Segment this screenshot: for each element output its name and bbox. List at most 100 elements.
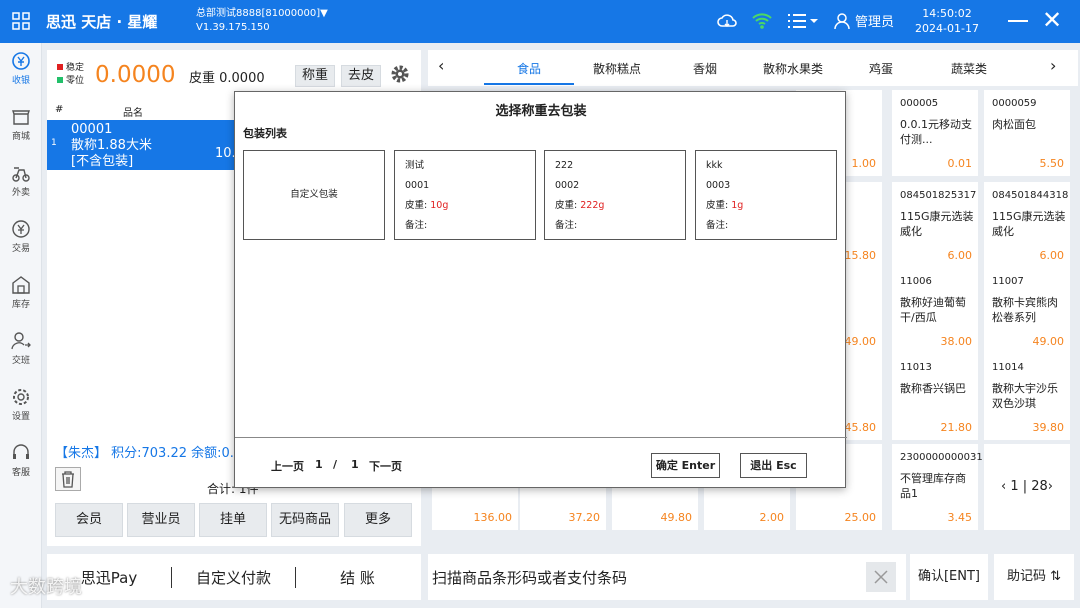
product-name: 散称好迪葡萄干/西瓜 <box>900 296 966 324</box>
no-barcode-button[interactable]: 无码商品 <box>271 503 339 537</box>
tab-category[interactable]: 食品 <box>484 60 574 85</box>
product-name: 散称卡宾熊肉松卷系列 <box>992 296 1058 324</box>
tab-category[interactable]: 鸡蛋 <box>836 60 926 77</box>
confirm-button[interactable]: 确定 Enter <box>651 453 720 478</box>
hold-order-button[interactable]: 挂单 <box>199 503 267 537</box>
current-page: 1 <box>315 458 323 471</box>
scale-settings-gear-icon[interactable] <box>390 64 410 84</box>
grid-pager[interactable]: ‹ 1 | 28› <box>984 444 1070 530</box>
cloud-sync-icon[interactable] <box>716 10 738 32</box>
package-note: 备注: <box>706 220 729 231</box>
store-name[interactable]: 总部测试8888[81000000]▼ <box>196 7 328 21</box>
member-button[interactable]: 会员 <box>55 503 123 537</box>
product-card[interactable]: 11006 散称好迪葡萄干/西瓜 38.00 <box>892 268 978 354</box>
product-card[interactable]: 11014 散称大宇沙乐双色沙琪 39.80 <box>984 354 1070 440</box>
gear-icon <box>13 389 29 405</box>
menu-list-icon[interactable] <box>786 10 820 32</box>
product-price: 0.01 <box>947 157 973 170</box>
sidebar-item-shift[interactable]: 交班 <box>0 331 42 366</box>
product-price: 49.00 <box>844 335 877 348</box>
product-code: 11007 <box>992 276 1024 287</box>
total-pages: 1 <box>351 458 359 471</box>
trash-icon <box>62 471 74 488</box>
clock-date: 2024-01-17 <box>915 22 979 35</box>
tare-label: 皮重: <box>706 200 732 211</box>
product-card[interactable]: 2300000000031 不管理库存商品1 3.45 <box>892 444 983 530</box>
product-price: 39.80 <box>1032 421 1065 434</box>
salesperson-button[interactable]: 营业员 <box>127 503 195 537</box>
sidebar-item-label: 设置 <box>11 412 30 422</box>
version-label: V1.39.175.150 <box>196 22 270 33</box>
category-prev-button[interactable]: ‹ <box>438 56 444 75</box>
exit-button[interactable]: 退出 Esc <box>740 453 807 478</box>
sidebar-item-mall[interactable]: 商城 <box>0 107 42 142</box>
product-price: 49.00 <box>1032 335 1065 348</box>
product-name: 散称香兴锅巴 <box>900 382 966 395</box>
product-price: 2.00 <box>759 511 785 524</box>
sidebar: 收银 商城 外卖 交易 库存 交班 设置 客服 <box>0 43 42 608</box>
product-card[interactable]: 11007 散称卡宾熊肉松卷系列 49.00 <box>984 268 1070 354</box>
next-page-button[interactable]: 下一页 <box>369 458 402 474</box>
sidebar-item-label: 库存 <box>11 300 30 310</box>
admin-label[interactable]: 管理员 <box>855 11 894 30</box>
dialog-divider <box>235 437 847 438</box>
prev-page-button[interactable]: 上一页 <box>271 458 304 474</box>
custom-payment-button[interactable]: 自定义付款 <box>171 567 295 588</box>
tab-category[interactable]: 散称糕点 <box>574 60 660 77</box>
package-code: 0003 <box>706 180 731 191</box>
tab-category[interactable]: 蔬菜类 <box>926 60 1012 77</box>
weight-display: 0.0000 <box>95 62 176 88</box>
sidebar-item-transactions[interactable]: 交易 <box>0 219 42 254</box>
close-button[interactable]: ✕ <box>1042 6 1062 34</box>
col-index: # <box>55 104 64 115</box>
sidebar-item-inventory[interactable]: 库存 <box>0 275 42 310</box>
tab-category[interactable]: 香烟 <box>660 60 750 77</box>
product-code: 000005 <box>900 98 939 109</box>
confirm-enter-button[interactable]: 确认[ENT] <box>910 554 988 600</box>
sidebar-item-label: 交易 <box>11 244 30 254</box>
tare-display: 皮重 0.0000 <box>189 71 265 86</box>
sidebar-item-support[interactable]: 客服 <box>0 443 42 478</box>
user-icon <box>834 13 850 30</box>
category-next-button[interactable]: › <box>1050 56 1056 75</box>
sidebar-item-takeaway[interactable]: 外卖 <box>0 163 42 198</box>
custom-package-card[interactable]: 自定义包装 <box>243 150 385 240</box>
delete-button[interactable] <box>55 467 81 491</box>
sidebar-item-label: 收银 <box>11 76 30 86</box>
product-name: 肉松面包 <box>992 118 1036 131</box>
watermark: 大数跨境 <box>10 577 82 598</box>
scan-input[interactable]: 扫描商品条形码或者支付条码 <box>432 567 627 588</box>
package-name: 测试 <box>405 160 425 171</box>
clear-input-button[interactable] <box>866 562 896 592</box>
product-card[interactable]: 084501825317 115G康元选装威化 6.00 <box>892 182 978 268</box>
store-selector[interactable]: 总部测试8888[81000000]▼ V1.39.175.150 <box>196 7 328 35</box>
product-price: 6.00 <box>1039 249 1065 262</box>
headset-icon <box>13 444 29 459</box>
product-price: 37.20 <box>568 511 601 524</box>
checkout-button[interactable]: 结 账 <box>295 567 419 588</box>
sidebar-item-cashier[interactable]: 收银 <box>0 51 42 86</box>
package-card[interactable]: 222 0002 皮重: 222g 备注: <box>544 150 686 240</box>
weigh-button[interactable]: 称重 <box>295 65 335 87</box>
tare-button[interactable]: 去皮 <box>341 65 381 87</box>
category-tabs: ‹ 食品 散称糕点 香烟 散称水果类 鸡蛋 蔬菜类 › <box>428 50 1078 86</box>
row-code: 00001 <box>71 122 113 137</box>
product-card[interactable]: 0000059 肉松面包 5.50 <box>984 90 1070 176</box>
row-amount: 10. <box>215 146 236 161</box>
package-tare: 222g <box>580 200 605 211</box>
sidebar-item-settings[interactable]: 设置 <box>0 387 42 422</box>
apps-grid-icon[interactable] <box>12 12 30 30</box>
package-card[interactable]: kkk 0003 皮重: 1g 备注: <box>695 150 837 240</box>
product-card[interactable]: 084501844318 115G康元选装威化 6.00 <box>984 182 1070 268</box>
product-price: 6.00 <box>947 249 973 262</box>
product-card[interactable]: 000005 0.0.1元移动支付测... 0.01 <box>892 90 978 176</box>
minimize-button[interactable] <box>1008 20 1028 22</box>
tare-label: 皮重: <box>405 200 431 211</box>
close-icon <box>874 570 888 584</box>
product-card[interactable]: 11013 散称香兴锅巴 21.80 <box>892 354 978 440</box>
mnemonic-code-button[interactable]: 助记码 ⇅ <box>994 554 1074 600</box>
package-card[interactable]: 测试 0001 皮重: 10g 备注: <box>394 150 536 240</box>
tab-category[interactable]: 散称水果类 <box>750 60 836 77</box>
more-button[interactable]: 更多 <box>344 503 412 537</box>
package-note: 备注: <box>405 220 428 231</box>
